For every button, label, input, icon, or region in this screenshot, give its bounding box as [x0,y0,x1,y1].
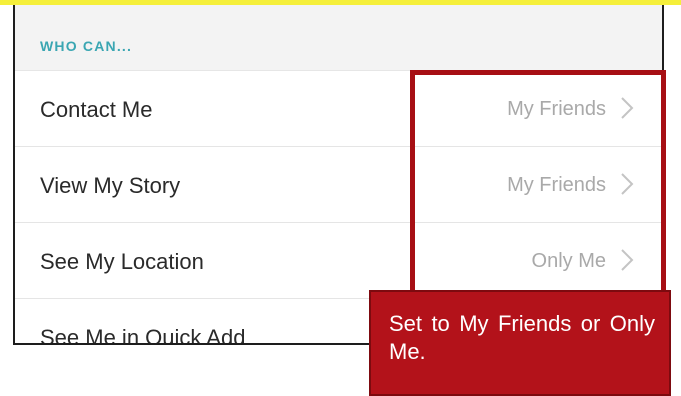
row-label: Contact Me [40,97,153,122]
section-header: WHO CAN... [15,5,662,71]
row-label: See My Location [40,249,204,274]
settings-value-highlight [410,70,666,300]
row-label: See Me in Quick Add [40,325,246,345]
annotation-callout: Set to My Friends or Only Me. [369,290,671,396]
row-label: View My Story [40,173,181,198]
callout-text: Set to My Friends or Only Me. [389,311,655,364]
section-header-label: WHO CAN... [40,38,133,54]
